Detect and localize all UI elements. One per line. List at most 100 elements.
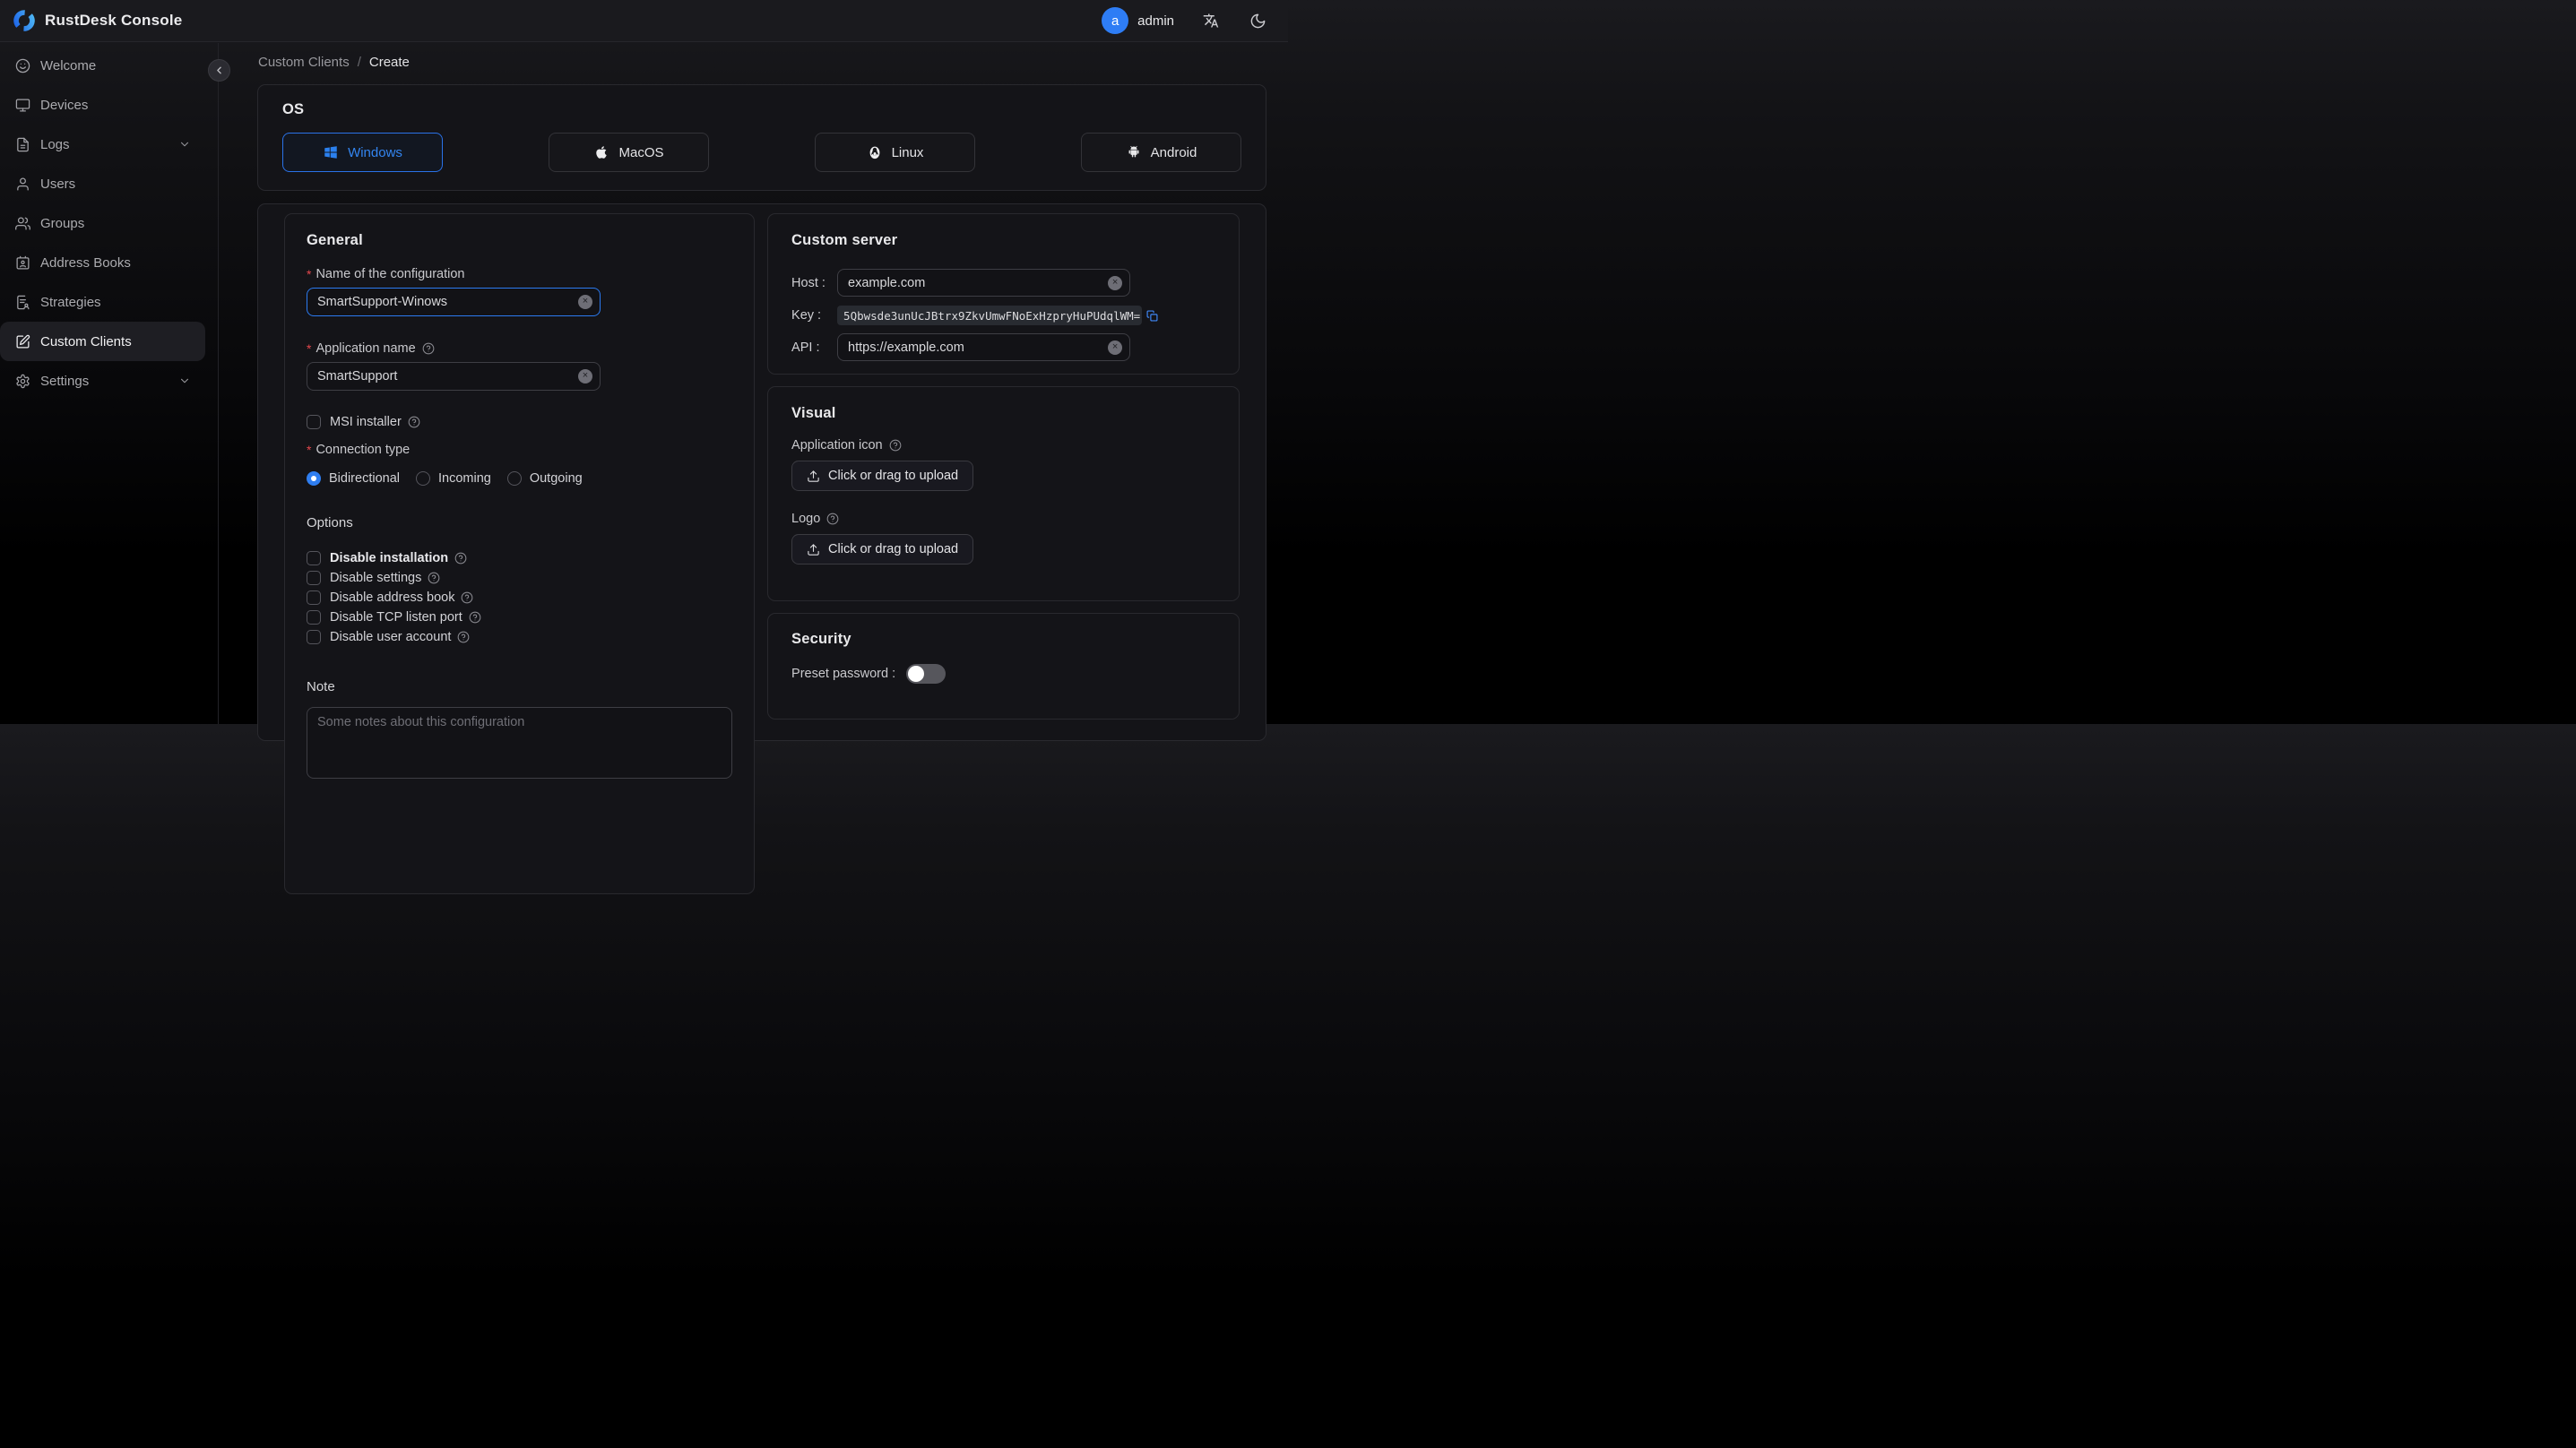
top-header: RustDesk Console a admin bbox=[0, 0, 1288, 42]
radio-bidirectional[interactable]: Bidirectional bbox=[307, 471, 400, 486]
radio-incoming[interactable]: Incoming bbox=[416, 471, 491, 486]
preset-password-row: Preset password : bbox=[791, 664, 1215, 684]
logo-upload-button[interactable]: Click or drag to upload bbox=[791, 534, 974, 565]
custom-server-title: Custom server bbox=[791, 232, 898, 248]
logo-label: Logo bbox=[791, 512, 1215, 526]
help-circle-icon[interactable] bbox=[428, 572, 440, 584]
help-circle-icon[interactable] bbox=[826, 513, 839, 525]
smile-icon bbox=[15, 58, 30, 73]
sidebar-item-label: Settings bbox=[40, 373, 90, 389]
dark-mode-moon-icon[interactable] bbox=[1249, 13, 1266, 30]
help-circle-icon[interactable] bbox=[454, 552, 467, 565]
disable-settings-checkbox[interactable] bbox=[307, 571, 321, 585]
api-input[interactable] bbox=[837, 333, 1131, 361]
sidebar-item-settings[interactable]: Settings bbox=[0, 361, 205, 401]
sidebar-item-strategies[interactable]: Strategies bbox=[0, 282, 205, 322]
visual-title: Visual bbox=[791, 405, 836, 421]
host-label: Host : bbox=[791, 275, 826, 290]
option-label: Disable TCP listen port bbox=[330, 610, 481, 625]
os-option-label: MacOS bbox=[618, 144, 664, 160]
monitor-icon bbox=[15, 98, 30, 113]
radio-outgoing[interactable]: Outgoing bbox=[506, 471, 583, 486]
disable-installation-checkbox[interactable] bbox=[307, 551, 321, 565]
msi-installer-checkbox[interactable] bbox=[307, 415, 321, 429]
username[interactable]: admin bbox=[1137, 13, 1174, 29]
translate-icon[interactable] bbox=[1203, 13, 1219, 29]
breadcrumb-separator: / bbox=[357, 55, 361, 70]
msi-installer-label: MSI installer bbox=[330, 415, 420, 429]
radio-icon[interactable] bbox=[506, 471, 522, 486]
breadcrumb-section[interactable]: Custom Clients bbox=[258, 55, 350, 70]
msi-installer-row: MSI installer bbox=[307, 413, 732, 431]
host-input[interactable] bbox=[837, 269, 1131, 297]
sidebar-item-devices[interactable]: Devices bbox=[0, 85, 205, 125]
key-value-box: 5Qbwsde3unUcJBtrx9ZkvUmwFNoExHzpryHuPUdq… bbox=[837, 306, 1158, 325]
option-label: Disable address book bbox=[330, 590, 473, 605]
os-option-linux[interactable]: Linux bbox=[815, 133, 975, 172]
required-asterisk: * bbox=[307, 443, 312, 457]
radio-icon[interactable] bbox=[307, 471, 321, 486]
required-asterisk: * bbox=[307, 267, 312, 281]
disable-address-book-checkbox[interactable] bbox=[307, 590, 321, 605]
host-row: Host : × bbox=[791, 269, 1215, 297]
sidebar-item-address-books[interactable]: Address Books bbox=[0, 243, 205, 282]
sidebar-item-welcome[interactable]: Welcome bbox=[0, 46, 205, 85]
help-circle-icon[interactable] bbox=[422, 342, 435, 355]
clear-icon[interactable]: × bbox=[1108, 340, 1123, 355]
note-textarea[interactable] bbox=[307, 707, 733, 779]
os-option-label: Linux bbox=[891, 144, 924, 160]
preset-password-label: Preset password : bbox=[791, 667, 896, 681]
help-circle-icon[interactable] bbox=[461, 591, 473, 604]
note-label: Note bbox=[307, 679, 335, 694]
security-title: Security bbox=[791, 631, 851, 647]
os-option-windows[interactable]: Windows bbox=[282, 133, 443, 172]
android-robot-icon bbox=[1126, 144, 1142, 160]
disable-user-account-checkbox[interactable] bbox=[307, 630, 321, 644]
sidebar-item-users[interactable]: Users bbox=[0, 164, 205, 203]
windows-logo-icon bbox=[323, 144, 339, 160]
os-section-title: OS bbox=[282, 101, 305, 117]
sidebar-item-label: Custom Clients bbox=[40, 333, 132, 349]
general-title: General bbox=[307, 232, 363, 248]
host-field: × bbox=[837, 269, 1131, 297]
visual-card: Visual Application icon Click or drag to… bbox=[767, 386, 1240, 601]
application-name-label: * Application name bbox=[307, 341, 732, 356]
app-title: RustDesk Console bbox=[45, 12, 183, 29]
clear-icon[interactable]: × bbox=[578, 369, 592, 384]
preset-password-toggle[interactable] bbox=[906, 664, 947, 684]
radio-icon[interactable] bbox=[416, 471, 430, 486]
application-name-input[interactable] bbox=[307, 362, 601, 391]
disable-tcp-listen-port-checkbox[interactable] bbox=[307, 610, 321, 625]
help-circle-icon[interactable] bbox=[889, 439, 902, 452]
sidebar-item-custom-clients[interactable]: Custom Clients bbox=[0, 322, 205, 361]
security-card: Security Preset password : bbox=[767, 613, 1240, 720]
option-disable-settings: Disable settings bbox=[307, 569, 732, 587]
sidebar-item-logs[interactable]: Logs bbox=[0, 125, 205, 164]
option-disable-installation: Disable installation bbox=[307, 549, 732, 567]
name-config-label: * Name of the configuration bbox=[307, 267, 465, 281]
os-option-android[interactable]: Android bbox=[1081, 133, 1241, 172]
help-circle-icon[interactable] bbox=[469, 611, 481, 624]
clear-icon[interactable]: × bbox=[578, 295, 592, 309]
sidebar-item-label: Logs bbox=[40, 136, 70, 152]
sidebar-item-groups[interactable]: Groups bbox=[0, 203, 205, 243]
avatar[interactable]: a bbox=[1102, 7, 1129, 34]
apple-logo-icon bbox=[593, 144, 609, 160]
chevron-down-icon bbox=[178, 138, 191, 151]
linux-penguin-icon bbox=[867, 144, 883, 160]
copy-icon[interactable] bbox=[1146, 309, 1158, 322]
sidebar-collapse-button[interactable] bbox=[208, 59, 230, 82]
name-config-input[interactable] bbox=[307, 288, 601, 316]
option-disable-user-account: Disable user account bbox=[307, 628, 732, 646]
help-circle-icon[interactable] bbox=[457, 631, 470, 643]
option-label: Disable user account bbox=[330, 630, 470, 644]
upload-button-label: Click or drag to upload bbox=[828, 542, 959, 556]
os-option-macos[interactable]: MacOS bbox=[549, 133, 709, 172]
clear-icon[interactable]: × bbox=[1108, 275, 1123, 290]
sidebar-item-label: Devices bbox=[40, 97, 89, 113]
os-option-label: Windows bbox=[348, 144, 402, 160]
sidebar-item-label: Welcome bbox=[40, 57, 97, 73]
sidebar-item-label: Address Books bbox=[40, 254, 131, 271]
help-circle-icon[interactable] bbox=[408, 416, 420, 428]
app-icon-upload-button[interactable]: Click or drag to upload bbox=[791, 461, 974, 491]
